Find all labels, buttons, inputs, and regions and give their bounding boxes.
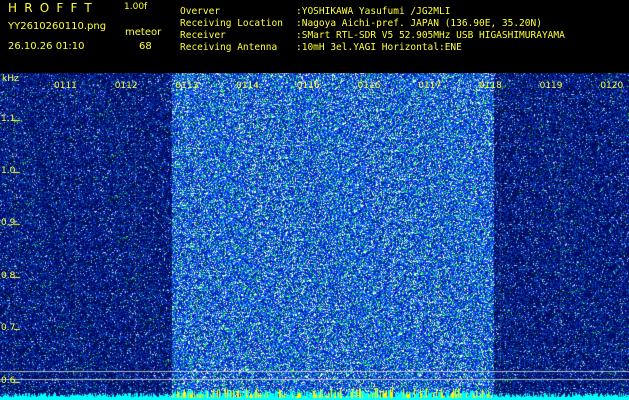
- x-tick-label: 0116: [296, 81, 320, 91]
- x-tick-label: 0120: [600, 81, 624, 91]
- x-tick-label: 0119: [539, 81, 563, 91]
- antenna-value: :10mH 3el.YAGI Horizontal:ENE: [296, 42, 462, 53]
- x-tick-label: 0113: [175, 81, 199, 91]
- meteor-label: meteor: [125, 27, 162, 38]
- y-axis-unit: kHz: [2, 74, 19, 84]
- x-tick-label: 0114: [236, 81, 259, 91]
- observer-key: Overver: [180, 6, 221, 17]
- y-tick-label: 1.1: [1, 113, 16, 124]
- meteor-count: 68: [139, 41, 152, 52]
- y-tick-label: 1.0: [1, 166, 16, 177]
- x-tick-label: 0111: [54, 81, 77, 91]
- date-time: 26.10.26 01:10: [8, 41, 85, 52]
- antenna-key: Receiving Antenna: [180, 42, 278, 53]
- y-tick-label: 0.8: [1, 270, 16, 281]
- x-tick-label: 0112: [114, 81, 138, 91]
- version-label: 1.00f: [124, 2, 148, 12]
- file-name: YY2610260110.png: [8, 21, 107, 32]
- location-key: Receiving Location: [180, 18, 283, 29]
- receiver-key: Receiver: [180, 30, 226, 41]
- header-panel: HROFFT 1.00f YY2610260110.png meteor 26.…: [0, 0, 629, 73]
- observer-value: :YOSHIKAWA Yasufumi /JG2MLI: [296, 6, 451, 17]
- x-tick-label: 0118: [478, 81, 502, 91]
- x-tick-label: 0116: [357, 81, 381, 91]
- receiver-value: :SMart RTL-SDR V5 52.905MHz USB HIGASHIM…: [296, 30, 565, 41]
- app-title: HROFFT: [8, 1, 99, 15]
- location-value: :Nagoya Aichi-pref. JAPAN (136.90E, 35.2…: [296, 18, 542, 29]
- y-tick-label: 0.9: [1, 218, 16, 229]
- y-tick-label: 0.7: [1, 323, 16, 334]
- y-tick-label: 0.6: [1, 375, 16, 386]
- x-tick-label: 0117: [418, 81, 442, 91]
